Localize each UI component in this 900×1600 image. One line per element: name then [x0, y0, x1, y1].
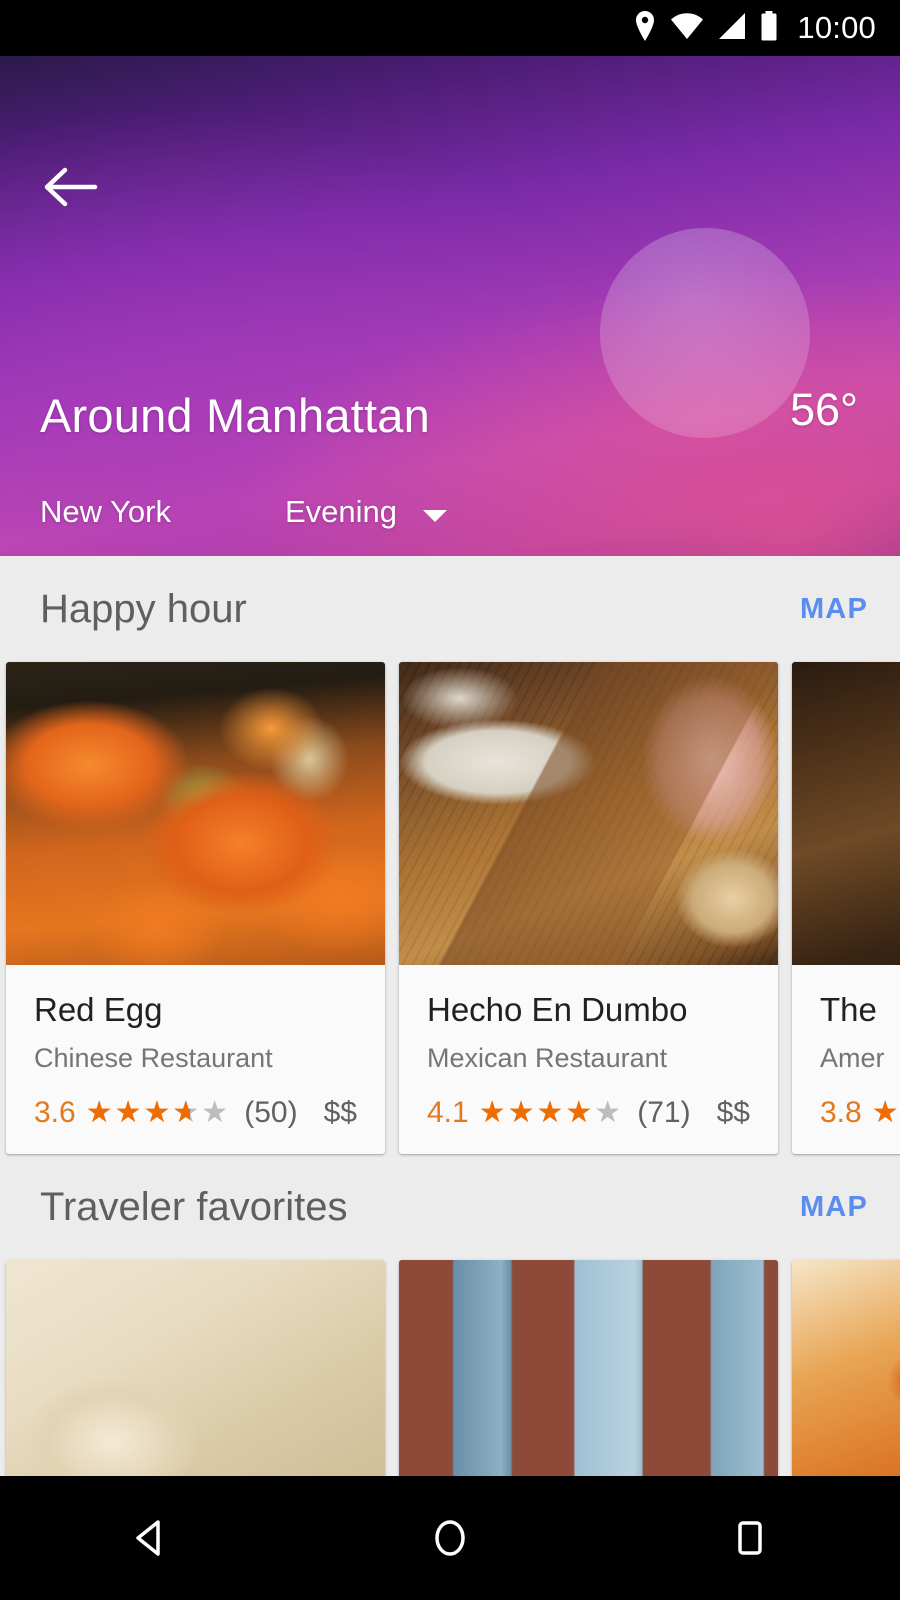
- cellular-signal-icon: [717, 12, 747, 45]
- place-photo: [6, 662, 385, 965]
- nav-back-icon: [136, 1520, 160, 1556]
- place-card[interactable]: Red Egg Chinese Restaurant 3.6 ★★★★★ ★★★…: [6, 662, 385, 1154]
- place-card[interactable]: [792, 1260, 900, 1476]
- place-photo: [792, 1260, 900, 1476]
- star-rating: ★★★★★ ★★★★★: [479, 1098, 623, 1128]
- status-bar-clock: 10:00: [797, 10, 876, 45]
- place-card[interactable]: Hecho En Dumbo Mexican Restaurant 4.1 ★★…: [399, 662, 778, 1154]
- back-arrow-icon: [44, 167, 98, 207]
- nav-home-button[interactable]: [400, 1488, 500, 1588]
- phone-screen: 10:00 Around Manhattan 56° New York Even…: [0, 0, 900, 1600]
- header-hero: Around Manhattan 56° New York Evening: [0, 56, 900, 556]
- nav-home-icon: [435, 1520, 465, 1556]
- food-photo-image: [792, 662, 900, 965]
- sun-circle-icon: [600, 228, 810, 438]
- place-category: Chinese Restaurant: [34, 1043, 273, 1073]
- wifi-icon: [670, 12, 704, 45]
- place-category: Mexican Restaurant: [427, 1043, 668, 1073]
- rating-value: 4.1: [427, 1096, 469, 1129]
- battery-icon: [760, 10, 778, 46]
- rating-value: 3.6: [34, 1096, 76, 1129]
- stars-filled: ★★★★★: [871, 1098, 900, 1128]
- time-of-day-selector[interactable]: Evening: [285, 494, 397, 530]
- section-header-traveler-favorites: Traveler favorites MAP: [0, 1154, 900, 1260]
- section-header-happy-hour: Happy hour MAP: [0, 556, 900, 662]
- star-rating: ★★★★★ ★★★★★: [86, 1098, 230, 1128]
- temperature-label: 56°: [789, 384, 858, 435]
- content-scroll-area[interactable]: Happy hour MAP Red Egg Chinese Restauran…: [0, 556, 900, 1476]
- location-pin-icon: [633, 10, 657, 47]
- food-photo-image: [399, 662, 778, 965]
- review-count: (71): [637, 1096, 691, 1129]
- food-photo-image: [6, 662, 385, 965]
- price-level: $$: [716, 1096, 750, 1129]
- place-name: Red Egg: [34, 991, 163, 1028]
- place-card-body: Red Egg Chinese Restaurant: [6, 965, 385, 1074]
- back-button[interactable]: [40, 156, 102, 218]
- review-count: (50): [244, 1096, 298, 1129]
- place-card-body: The Amer: [792, 965, 900, 1074]
- rating-value: 3.8: [820, 1096, 862, 1129]
- place-photo: [6, 1260, 385, 1476]
- section-title: Happy hour: [40, 586, 247, 631]
- place-name: Hecho En Dumbo: [427, 991, 688, 1028]
- city-label: New York: [40, 494, 171, 529]
- place-photo: [792, 662, 900, 965]
- place-card[interactable]: The Amer 3.8 ★★★★★ ★★★★★: [792, 662, 900, 1154]
- place-category: Amer: [820, 1043, 885, 1073]
- status-bar: 10:00: [0, 0, 900, 56]
- card-carousel-happy-hour[interactable]: Red Egg Chinese Restaurant 3.6 ★★★★★ ★★★…: [0, 662, 900, 1154]
- android-nav-bar: [0, 1476, 900, 1600]
- price-level: $$: [323, 1096, 357, 1129]
- place-photo: [399, 1260, 778, 1476]
- chevron-down-icon[interactable]: [423, 510, 448, 522]
- nav-recents-icon: [738, 1521, 762, 1555]
- map-link-traveler-favorites[interactable]: MAP: [800, 1191, 868, 1224]
- section-title: Traveler favorites: [40, 1184, 348, 1229]
- star-rating: ★★★★★ ★★★★★: [872, 1098, 900, 1128]
- stars-filled: ★★★★★: [478, 1098, 597, 1128]
- place-card-footer: 3.8 ★★★★★ ★★★★★: [792, 1074, 900, 1154]
- place-photo: [399, 662, 778, 965]
- stars-filled: ★★★★★: [85, 1098, 190, 1128]
- place-card[interactable]: [399, 1260, 778, 1476]
- food-photo-image: [792, 1260, 900, 1476]
- page-title: Around Manhattan: [40, 389, 430, 442]
- place-card-footer: 4.1 ★★★★★ ★★★★★ (71) $$: [399, 1074, 778, 1154]
- building-photo-image: [399, 1260, 778, 1476]
- food-photo-image: [6, 1260, 385, 1476]
- place-card-footer: 3.6 ★★★★★ ★★★★★ (50) $$: [6, 1074, 385, 1154]
- place-name: The: [820, 991, 877, 1028]
- header-subline: New York Evening: [40, 494, 448, 530]
- card-carousel-traveler-favorites[interactable]: [0, 1260, 900, 1476]
- map-link-happy-hour[interactable]: MAP: [800, 593, 868, 626]
- nav-recents-button[interactable]: [700, 1488, 800, 1588]
- nav-back-button[interactable]: [100, 1488, 200, 1588]
- place-card-body: Hecho En Dumbo Mexican Restaurant: [399, 965, 778, 1074]
- place-card[interactable]: [6, 1260, 385, 1476]
